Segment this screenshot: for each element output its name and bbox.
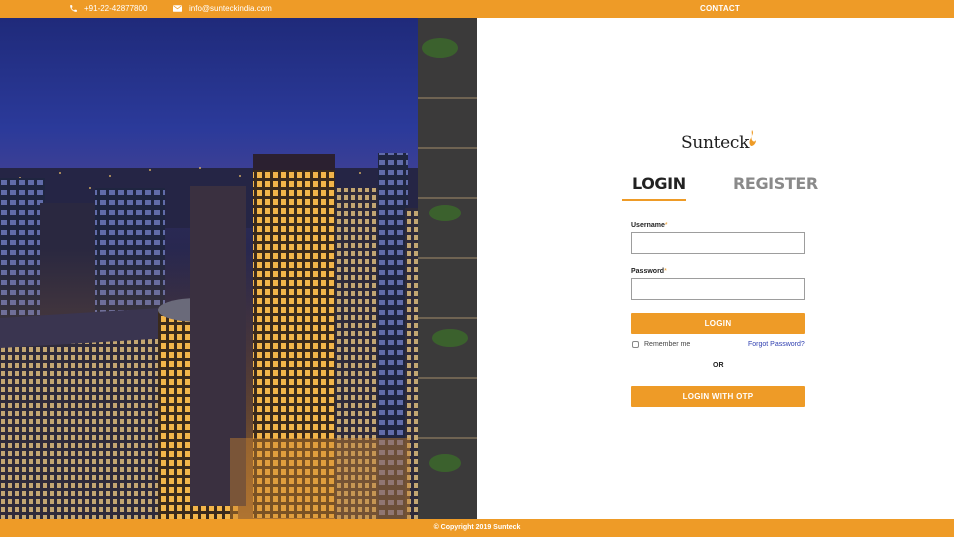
or-divider: OR — [713, 362, 724, 369]
email-contact[interactable]: info@sunteckindia.com — [173, 4, 272, 13]
remember-checkbox[interactable] — [632, 341, 639, 348]
sunteck-logo[interactable]: Sunteck — [681, 130, 757, 153]
city-skyline-image — [0, 18, 477, 519]
phone-icon — [69, 4, 78, 13]
active-tab-indicator — [622, 199, 686, 201]
phone-number[interactable]: +91-22-42877800 — [84, 4, 147, 13]
logo-text: Sunteck — [681, 133, 750, 153]
flame-icon — [749, 130, 757, 151]
remember-label: Remember me — [644, 341, 691, 348]
password-label-text: Password — [631, 268, 665, 275]
phone-contact[interactable]: +91-22-42877800 — [69, 4, 147, 13]
email-address[interactable]: info@sunteckindia.com — [189, 4, 272, 13]
login-with-otp-button[interactable]: LOGIN WITH OTP — [631, 386, 805, 407]
tab-login[interactable]: LOGIN — [632, 174, 686, 193]
password-label: Password* — [631, 268, 667, 275]
username-label: Username* — [631, 222, 668, 229]
forgot-password-link[interactable]: Forgot Password? — [748, 341, 805, 348]
username-label-text: Username — [631, 222, 665, 229]
top-bar: +91-22-42877800 info@sunteckindia.com CO… — [0, 0, 954, 18]
mail-icon — [173, 5, 182, 12]
required-marker: * — [664, 268, 667, 275]
remember-me[interactable]: Remember me — [632, 341, 690, 348]
footer: © Copyright 2019 Sunteck — [0, 519, 954, 537]
login-panel: Sunteck LOGIN REGISTER Username* Passwor… — [477, 18, 954, 519]
tab-register[interactable]: REGISTER — [733, 174, 818, 193]
copyright-text: © Copyright 2019 Sunteck — [433, 524, 521, 531]
contact-link[interactable]: CONTACT — [700, 4, 740, 13]
required-marker: * — [664, 222, 668, 229]
login-button[interactable]: LOGIN — [631, 313, 805, 334]
password-field[interactable] — [631, 278, 805, 300]
username-field[interactable] — [631, 232, 805, 254]
